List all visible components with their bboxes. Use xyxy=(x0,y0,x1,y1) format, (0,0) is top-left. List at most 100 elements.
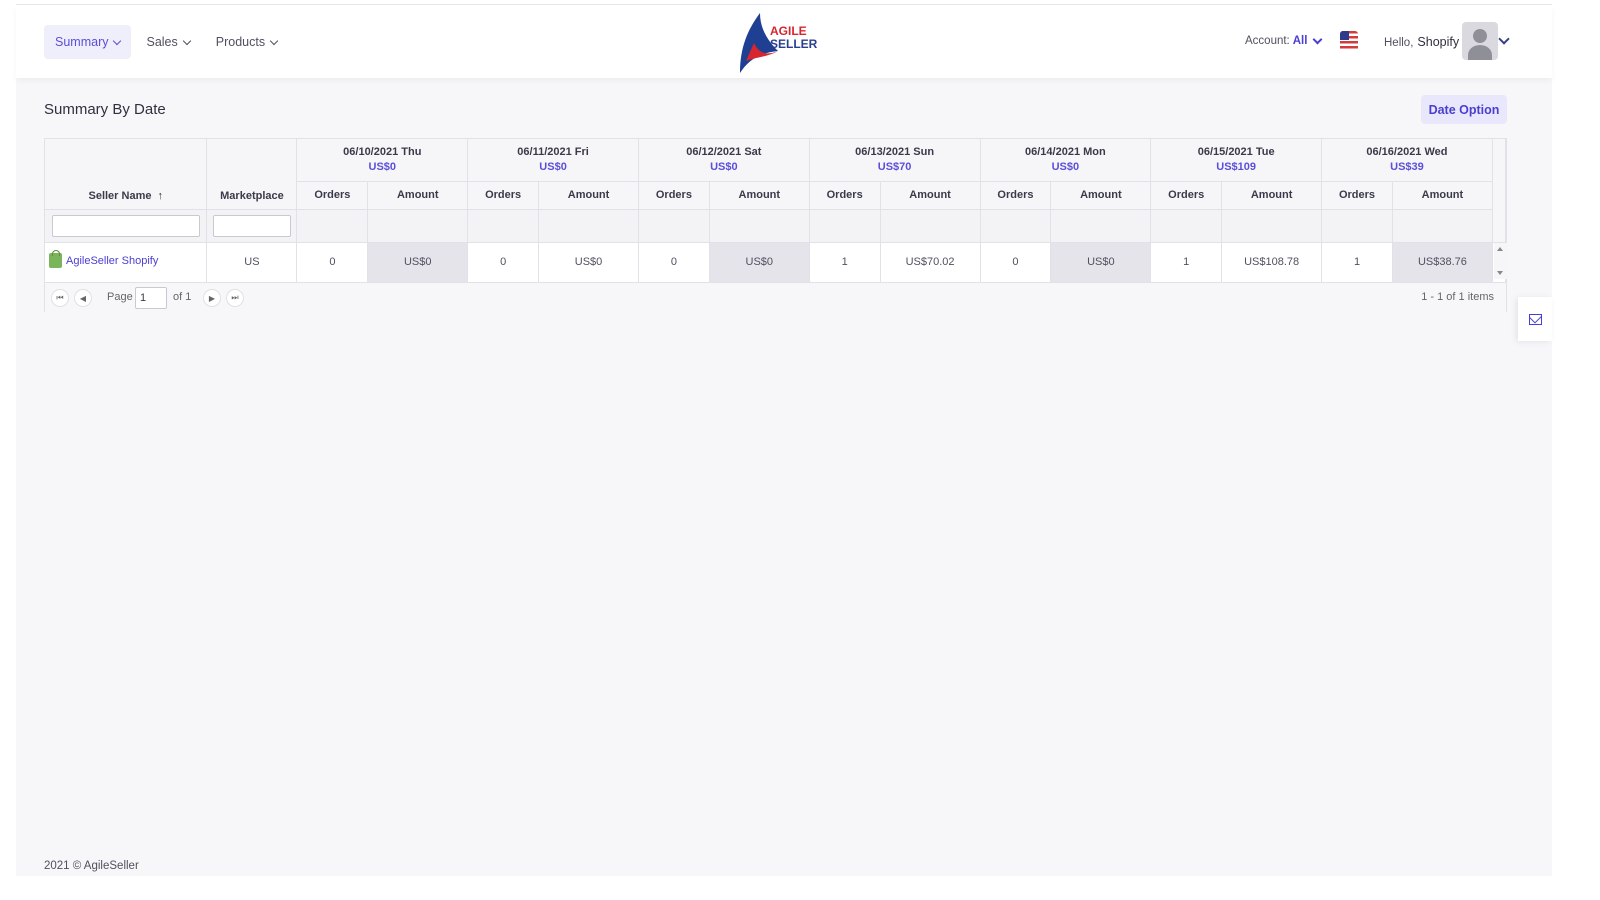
table-row: AgileSeller Shopify US 0 US$0 0 US$0 0 U… xyxy=(45,242,1507,283)
orders-cell: 1 xyxy=(1150,242,1223,283)
logo-text: AGILE SELLER xyxy=(770,25,817,51)
account-selector[interactable]: Account: All xyxy=(1245,34,1323,47)
seller-filter-input[interactable] xyxy=(51,214,200,237)
account-label: Account: xyxy=(1245,35,1290,47)
avatar-head xyxy=(1473,29,1487,43)
orders-header[interactable]: Orders xyxy=(467,181,540,210)
amount-cell: US$0 xyxy=(367,242,469,283)
seller-cell: AgileSeller Shopify xyxy=(45,242,208,283)
chevron-down-icon xyxy=(113,36,122,45)
amount-header[interactable]: Amount xyxy=(880,181,981,210)
us-flag-icon[interactable] xyxy=(1340,31,1358,51)
filter-cell xyxy=(1392,209,1493,243)
first-page-button[interactable]: ⏮ xyxy=(51,289,69,307)
nav-sales-label: Sales xyxy=(146,35,178,49)
date-label: 06/16/2021 Wed xyxy=(1366,145,1448,158)
user-greeting: Hello, Shopify xyxy=(1384,35,1459,49)
marketplace-cell: US xyxy=(206,242,298,283)
chevron-down-icon xyxy=(1313,34,1323,44)
orders-cell: 1 xyxy=(809,242,881,283)
date-label: 06/12/2021 Sat xyxy=(686,145,762,158)
date-total: US$0 xyxy=(368,160,397,173)
greeting-text: Hello, xyxy=(1384,37,1414,49)
vertical-scrollbar[interactable] xyxy=(1494,243,1507,279)
main-nav: Summary Sales Products xyxy=(44,25,288,59)
date-total: US$0 xyxy=(539,160,567,173)
date-total: US$39 xyxy=(1390,160,1424,173)
summary-grid: Seller Name ↑ Marketplace 06/10/2021 Thu U… xyxy=(44,138,1507,312)
date-header: 06/10/2021 Thu US$0 xyxy=(296,139,469,182)
amount-cell: US$0 xyxy=(538,242,639,283)
nav-summary[interactable]: Summary xyxy=(44,25,132,59)
avatar-body xyxy=(1468,45,1492,60)
date-label: 06/11/2021 Fri xyxy=(517,145,589,158)
orders-header[interactable]: Orders xyxy=(809,181,881,210)
page-count-label: of 1 xyxy=(173,291,192,303)
filter-cell xyxy=(980,209,1052,243)
date-header: 06/15/2021 Tue US$109 xyxy=(1150,139,1323,182)
header: Summary Sales Products AGILE SELLER Acco… xyxy=(16,5,1552,78)
amount-header[interactable]: Amount xyxy=(367,181,469,210)
amount-cell: US$70.02 xyxy=(880,242,981,283)
filter-cell xyxy=(538,209,639,243)
orders-header[interactable]: Orders xyxy=(1321,181,1393,210)
last-page-button[interactable]: ⏭ xyxy=(226,289,244,307)
orders-header[interactable]: Orders xyxy=(1150,181,1223,210)
sort-ascending-icon: ↑ xyxy=(157,189,163,202)
orders-cell: 0 xyxy=(980,242,1052,283)
scroll-down-arrow-icon[interactable] xyxy=(1497,271,1503,275)
date-total: US$0 xyxy=(1051,160,1080,173)
date-label: 06/10/2021 Thu xyxy=(343,145,422,158)
seller-name: AgileSeller Shopify xyxy=(66,254,159,267)
avatar[interactable] xyxy=(1462,22,1498,60)
orders-header[interactable]: Orders xyxy=(296,181,369,210)
nav-summary-label: Summary xyxy=(55,35,109,49)
orders-header[interactable]: Orders xyxy=(980,181,1052,210)
page-number-input[interactable]: 1 xyxy=(135,287,167,309)
nav-products[interactable]: Products xyxy=(205,25,288,59)
chevron-down-icon xyxy=(182,36,192,45)
chevron-down-icon xyxy=(269,36,279,45)
date-label: 06/14/2021 Mon xyxy=(1025,145,1106,158)
filter-cell xyxy=(1221,209,1323,243)
date-total: US$109 xyxy=(1216,160,1257,173)
seller-link[interactable]: AgileSeller Shopify xyxy=(49,250,159,268)
marketplace-header[interactable]: Marketplace xyxy=(206,139,298,210)
date-label: 06/15/2021 Tue xyxy=(1197,145,1275,158)
filter-cell xyxy=(638,209,710,243)
amount-cell: US$0 xyxy=(1050,242,1152,283)
pager-info: 1 - 1 of 1 items xyxy=(1421,291,1494,303)
filter-cell xyxy=(296,209,369,243)
user-menu-chevron-icon[interactable] xyxy=(1498,33,1510,45)
date-option-button[interactable]: Date Option xyxy=(1421,95,1507,124)
filter-cell xyxy=(880,209,981,243)
filter-cell xyxy=(1050,209,1152,243)
amount-cell: US$0 xyxy=(709,242,810,283)
feedback-tab[interactable] xyxy=(1518,297,1552,341)
scroll-up-arrow-icon[interactable] xyxy=(1497,247,1503,251)
amount-header[interactable]: Amount xyxy=(538,181,639,210)
filter-cell xyxy=(1150,209,1223,243)
orders-cell: 1 xyxy=(1321,242,1393,283)
page: Summary Sales Products AGILE SELLER Acco… xyxy=(16,5,1552,876)
amount-cell: US$38.76 xyxy=(1392,242,1493,283)
agile-seller-logo[interactable]: AGILE SELLER xyxy=(734,11,820,73)
pager: ⏮ ◀ Page 1 of 1 ▶ ⏭ 1 - 1 of 1 items xyxy=(45,282,1506,312)
next-page-button[interactable]: ▶ xyxy=(203,289,221,307)
amount-header[interactable]: Amount xyxy=(1050,181,1152,210)
amount-header[interactable]: Amount xyxy=(1392,181,1493,210)
amount-header[interactable]: Amount xyxy=(1221,181,1323,210)
date-header: 06/11/2021 Fri US$0 xyxy=(467,139,639,182)
orders-cell: 0 xyxy=(467,242,540,283)
prev-page-button[interactable]: ◀ xyxy=(74,289,92,307)
orders-header[interactable]: Orders xyxy=(638,181,710,210)
filter-cell xyxy=(367,209,469,243)
seller-name-header[interactable]: Seller Name ↑ xyxy=(45,139,208,210)
amount-header[interactable]: Amount xyxy=(709,181,810,210)
seller-filter-cell xyxy=(45,209,208,243)
marketplace-filter-cell xyxy=(206,209,298,243)
nav-products-label: Products xyxy=(215,35,266,49)
nav-sales[interactable]: Sales xyxy=(135,25,200,59)
marketplace-filter-input[interactable] xyxy=(212,214,291,237)
mail-icon xyxy=(1528,313,1542,325)
